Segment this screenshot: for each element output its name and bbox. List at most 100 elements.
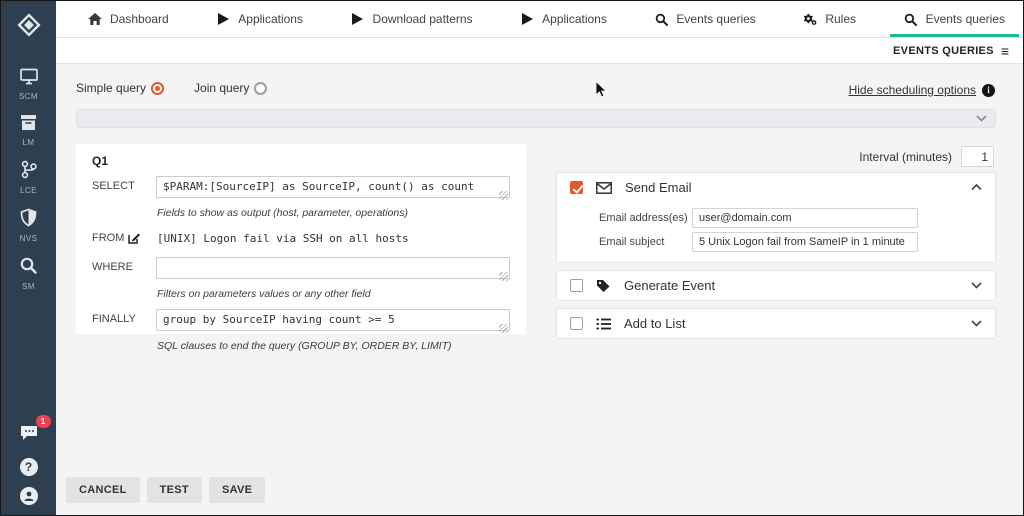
- chevron-down-icon[interactable]: [971, 282, 982, 289]
- email-subject-input[interactable]: [692, 232, 918, 252]
- where-label: WHERE: [92, 261, 133, 273]
- cancel-button[interactable]: CANCEL: [66, 477, 140, 503]
- nav-item-download-patterns[interactable]: Download patterns: [337, 1, 487, 37]
- interval-label: Interval (minutes): [859, 149, 952, 164]
- nav-item-label: Events queries: [676, 12, 756, 26]
- sidebar-item-nvs[interactable]: NVS: [20, 208, 38, 243]
- nav-item-applications-2[interactable]: Applications: [506, 1, 621, 37]
- tag-icon: [597, 280, 610, 292]
- finally-help: SQL clauses to end the query (GROUP BY, …: [157, 340, 452, 352]
- select-input[interactable]: $PARAM:[SourceIP] as SourceIP, count() a…: [156, 176, 510, 198]
- edit-icon[interactable]: [128, 232, 141, 244]
- list-icon: [596, 318, 611, 329]
- generate-event-header[interactable]: Generate Event: [557, 271, 995, 300]
- nav-item-label: Applications: [542, 12, 607, 26]
- events-queries-page: { "colors": { "accent_teal": "#1abc9c", …: [0, 0, 1024, 516]
- sidebar-item-label: LM: [22, 138, 35, 147]
- from-label: FROM: [92, 228, 156, 244]
- sidebar-bottom: 1 ?: [19, 415, 51, 515]
- app-logo-icon[interactable]: [14, 10, 44, 45]
- nav-item-label: Events queries: [925, 12, 1005, 26]
- question-mark-icon: ?: [24, 460, 33, 474]
- generate-event-title: Generate Event: [624, 278, 716, 293]
- play-icon: [520, 13, 534, 25]
- shield-icon: [20, 208, 37, 227]
- nav-item-rules[interactable]: Rules: [789, 1, 870, 37]
- test-button[interactable]: TEST: [146, 477, 202, 503]
- page-header: EVENTS QUERIES ≡: [56, 38, 1023, 64]
- chat-bubble-icon: [20, 426, 37, 440]
- generate-event-panel: Generate Event: [556, 270, 996, 301]
- join-query-label: Join query: [194, 81, 250, 95]
- action-panels: Send Email Email address(es) Email subje…: [556, 172, 996, 339]
- send-email-title: Send Email: [625, 180, 692, 195]
- account-button[interactable]: [19, 487, 38, 505]
- simple-query-radio[interactable]: [151, 81, 165, 95]
- select-row: SELECT $PARAM:[SourceIP] as SourceIP, co…: [92, 176, 510, 226]
- main-content: Simple query Join query Hide scheduling …: [56, 64, 1023, 515]
- finally-row: FINALLY group by SourceIP having count >…: [92, 309, 510, 359]
- gear-icon: [803, 13, 817, 26]
- git-branch-icon: [21, 160, 37, 179]
- add-to-list-panel: Add to List: [556, 308, 996, 339]
- generate-event-checkbox[interactable]: [570, 279, 583, 292]
- sidebar-item-scm[interactable]: SCM: [19, 68, 39, 101]
- help-button[interactable]: ?: [19, 458, 38, 476]
- hide-scheduling-link[interactable]: Hide scheduling options: [849, 83, 976, 97]
- sidebar-item-sm[interactable]: SM: [19, 256, 38, 291]
- nav-item-label: Rules: [825, 12, 857, 26]
- hamburger-menu-icon[interactable]: ≡: [1001, 44, 1009, 58]
- nav-item-label: Applications: [238, 12, 303, 26]
- interval-input[interactable]: [961, 146, 994, 167]
- finally-input[interactable]: group by SourceIP having count >= 5: [156, 309, 510, 331]
- sidebar: SCM LM LCE NVS SM 1 ?: [1, 1, 56, 515]
- notification-badge: 1: [35, 415, 51, 428]
- simple-query-option[interactable]: Simple query: [76, 81, 165, 95]
- top-navigation: Dashboard Applications Download patterns…: [56, 1, 1023, 38]
- sidebar-item-label: SM: [22, 282, 35, 291]
- send-email-header[interactable]: Send Email: [557, 173, 995, 202]
- join-query-option[interactable]: Join query: [194, 81, 268, 95]
- where-row: WHERE Filters on parameters values or an…: [92, 257, 510, 307]
- chevron-down-icon[interactable]: [971, 320, 982, 327]
- send-email-checkbox[interactable]: [570, 181, 583, 194]
- select-help: Fields to show as output (host, paramete…: [157, 207, 408, 219]
- search-icon: [904, 13, 918, 26]
- email-address-input[interactable]: [692, 208, 918, 228]
- query-type-selector: Simple query Join query: [76, 81, 268, 95]
- nav-item-label: Download patterns: [372, 12, 473, 26]
- nav-item-applications-1[interactable]: Applications: [202, 1, 317, 37]
- chat-button[interactable]: 1: [19, 415, 51, 447]
- query-select-dropdown[interactable]: [76, 109, 996, 128]
- send-email-body: Email address(es) Email subject: [557, 202, 995, 262]
- nav-item-events-queries-active[interactable]: Events queries: [889, 1, 1019, 37]
- nav-item-dashboard[interactable]: Dashboard: [74, 1, 183, 37]
- monitor-icon: [19, 68, 38, 85]
- join-query-radio[interactable]: [254, 81, 268, 95]
- email-address-row: Email address(es): [557, 208, 995, 228]
- archive-box-icon: [21, 115, 36, 130]
- add-to-list-checkbox[interactable]: [570, 317, 583, 330]
- sidebar-item-label: NVS: [19, 234, 38, 243]
- page-title: EVENTS QUERIES: [893, 44, 994, 57]
- select-label: SELECT: [92, 180, 135, 192]
- user-icon: [24, 491, 33, 501]
- add-to-list-title: Add to List: [624, 316, 686, 331]
- chevron-down-icon: [976, 115, 987, 122]
- sidebar-item-lce[interactable]: LCE: [20, 160, 38, 195]
- save-button[interactable]: SAVE: [208, 477, 266, 503]
- email-subject-label: Email subject: [599, 236, 665, 248]
- sidebar-item-lm[interactable]: LM: [19, 114, 38, 147]
- nav-item-label: Dashboard: [110, 12, 169, 26]
- where-help: Filters on parameters values or any othe…: [157, 288, 371, 300]
- from-value[interactable]: [UNIX] Logon fail via SSH on all hosts: [156, 228, 510, 255]
- chevron-up-icon[interactable]: [971, 184, 982, 191]
- nav-item-events-queries-1[interactable]: Events queries: [640, 1, 769, 37]
- send-email-panel: Send Email Email address(es) Email subje…: [556, 172, 996, 263]
- email-address-label: Email address(es): [599, 212, 688, 224]
- where-input[interactable]: [156, 257, 510, 279]
- query-builder-panel: Q1 SELECT $PARAM:[SourceIP] as SourceIP,…: [76, 144, 526, 352]
- sidebar-item-label: LCE: [20, 186, 37, 195]
- add-to-list-header[interactable]: Add to List: [557, 309, 995, 338]
- info-icon[interactable]: i: [982, 83, 995, 97]
